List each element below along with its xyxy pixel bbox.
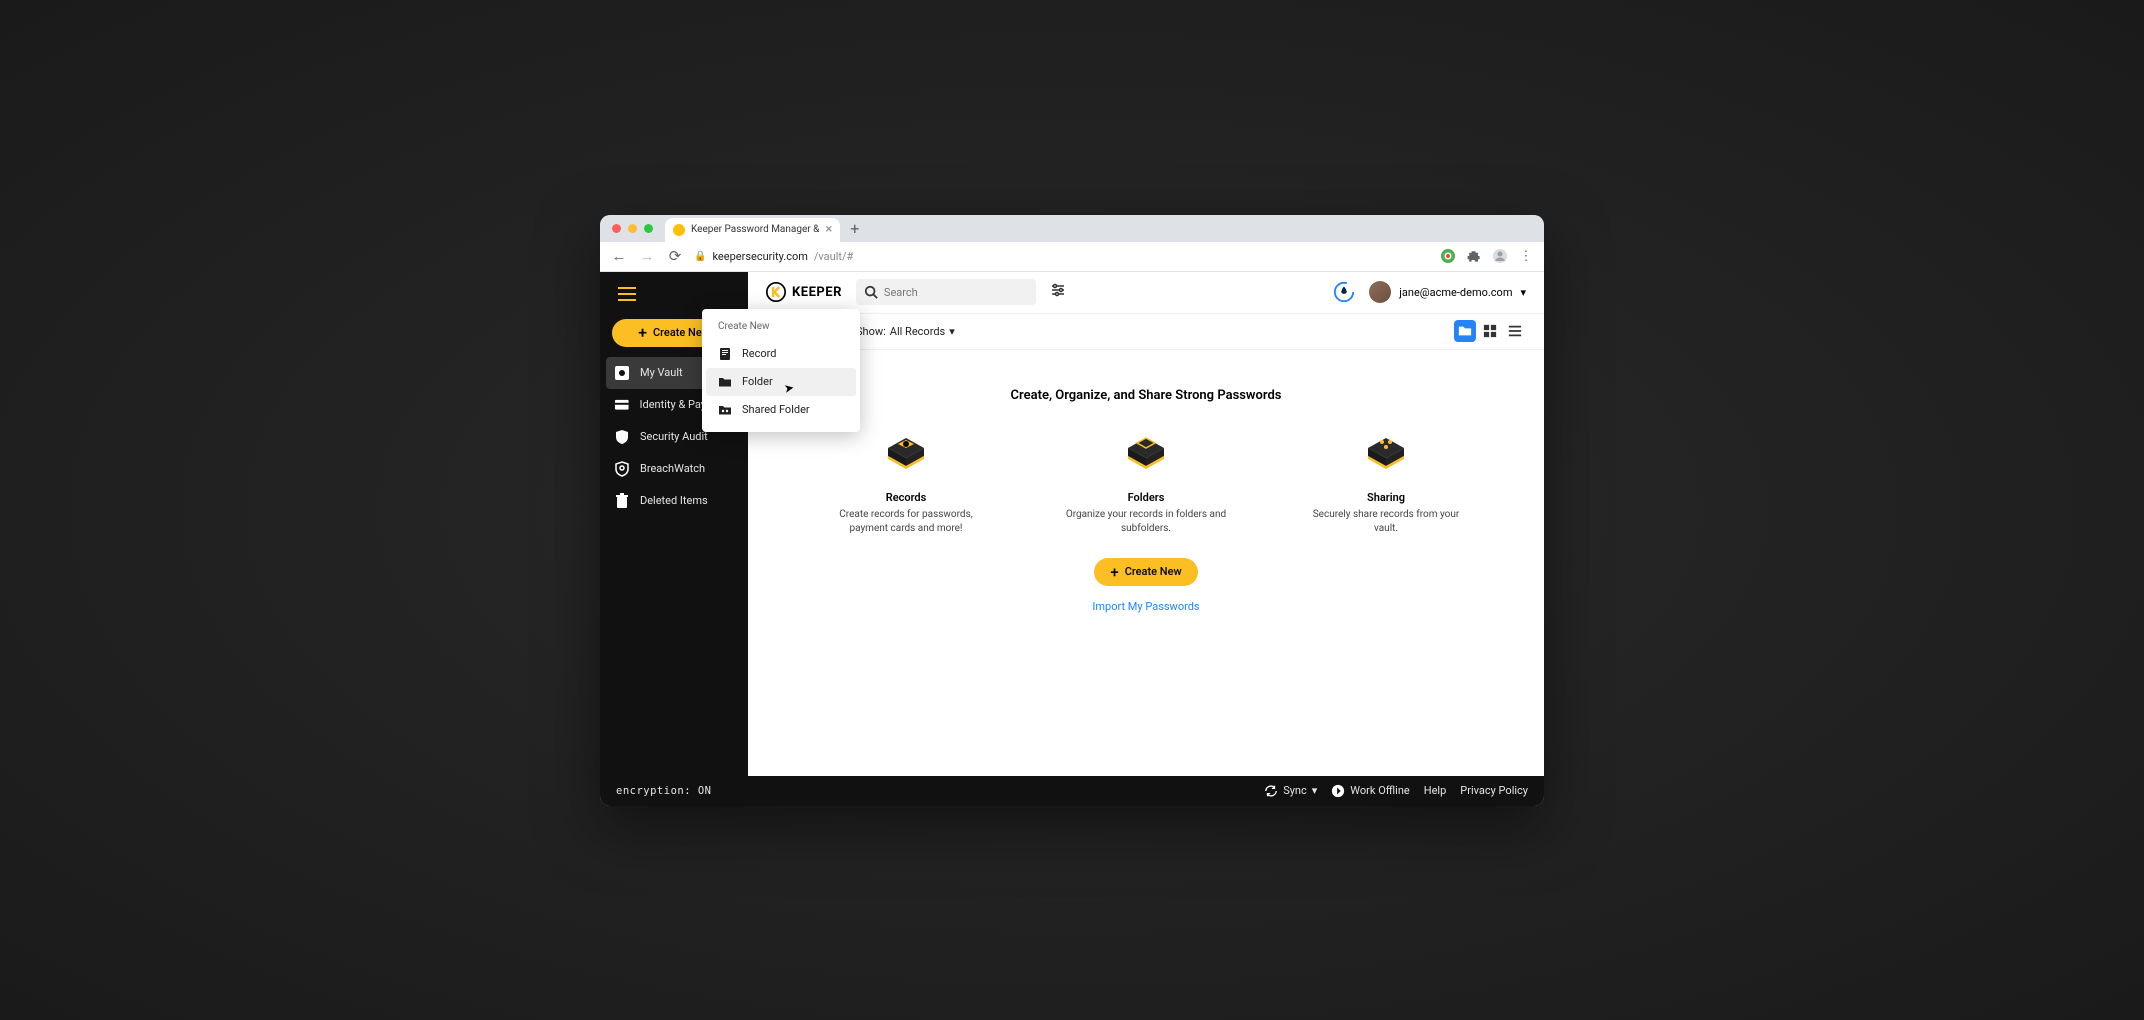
sync-icon (1264, 784, 1278, 798)
create-new-center-button[interactable]: + Create New (1094, 558, 1197, 586)
vault-icon (614, 365, 630, 381)
sidebar-item-deleted[interactable]: Deleted Items (600, 485, 748, 517)
profile-icon[interactable] (1492, 248, 1508, 264)
show-label: Show: (856, 325, 886, 338)
user-email: jane@acme-demo.com (1399, 286, 1512, 299)
show-filter[interactable]: Show: All Records ▾ (856, 325, 955, 338)
help-link[interactable]: Help (1424, 784, 1447, 797)
search-box[interactable] (856, 279, 1036, 305)
record-icon (718, 347, 732, 361)
lock-icon: 🔒 (694, 251, 706, 262)
app-header: KEEPER jane@acme-demo.com ▾ (748, 272, 1544, 314)
avatar-icon (1369, 281, 1391, 303)
brand-name: KEEPER (792, 285, 842, 300)
main-content: KEEPER jane@acme-demo.com ▾ Show: (748, 272, 1544, 776)
card-records: Records Create records for passwords, pa… (821, 427, 991, 536)
reload-button[interactable]: ⟳ (666, 247, 684, 265)
browser-window: Keeper Password Manager & × + ← → ⟳ 🔒 ke… (600, 215, 1544, 806)
sidebar-item-label: My Vault (640, 366, 683, 379)
url-path: /vault/# (814, 250, 853, 263)
view-folder-button[interactable] (1454, 320, 1476, 342)
empty-title: Create, Organize, and Share Strong Passw… (1011, 388, 1282, 403)
chevron-down-icon: ▾ (1312, 784, 1318, 797)
search-input[interactable] (884, 286, 1028, 299)
dropdown-item-folder[interactable]: Folder (706, 368, 856, 396)
trash-icon (614, 493, 630, 509)
maximize-window-icon[interactable] (644, 224, 653, 233)
card-folders: Folders Organize your records in folders… (1061, 427, 1231, 536)
sync-button[interactable]: Sync ▾ (1264, 784, 1317, 798)
sharing-icon (1351, 427, 1421, 477)
sidebar-item-label: BreachWatch (640, 462, 705, 475)
search-icon (864, 285, 878, 299)
view-list-button[interactable] (1504, 320, 1526, 342)
breachwatch-icon (614, 461, 630, 477)
extension-icons: ⋮ (1440, 248, 1534, 264)
content-filter-bar: Show: All Records ▾ (748, 314, 1544, 350)
card-desc: Organize your records in folders and sub… (1061, 508, 1231, 536)
card-sharing: Sharing Securely share records from your… (1301, 427, 1471, 536)
dropdown-item-label: Shared Folder (742, 403, 810, 416)
chevron-down-icon: ▾ (1520, 286, 1526, 299)
show-value: All Records (890, 325, 945, 338)
card-title: Sharing (1367, 491, 1405, 504)
window-controls (600, 215, 1544, 242)
dropdown-item-record[interactable]: Record (706, 340, 856, 368)
view-toggle (1454, 320, 1526, 342)
folder-icon (718, 375, 732, 389)
work-offline-label: Work Offline (1350, 784, 1409, 797)
back-button[interactable]: ← (610, 247, 628, 265)
folders-icon (1111, 427, 1181, 477)
empty-state: Create, Organize, and Share Strong Passw… (748, 350, 1544, 776)
view-grid-button[interactable] (1479, 320, 1501, 342)
dropdown-item-shared-folder[interactable]: Shared Folder (706, 396, 856, 424)
filter-icon[interactable] (1050, 282, 1066, 302)
chevron-down-icon: ▾ (949, 325, 955, 338)
hamburger-icon[interactable] (618, 286, 748, 305)
address-field[interactable]: 🔒 keepersecurity.com/vault/# (694, 250, 1430, 263)
footer: encryption: ON Sync ▾ Work Offline Help … (600, 776, 1544, 806)
sidebar-item-breachwatch[interactable]: BreachWatch (600, 453, 748, 485)
dropdown-title: Create New (706, 317, 856, 340)
card-desc: Create records for passwords, payment ca… (821, 508, 991, 536)
card-title: Folders (1128, 491, 1165, 504)
create-new-dropdown: Create New Record Folder Shared Folder ➤ (702, 309, 860, 432)
shield-icon (614, 429, 630, 445)
browser-menu-icon[interactable]: ⋮ (1518, 248, 1534, 264)
sidebar-item-label: Deleted Items (640, 494, 708, 507)
extension-icon[interactable] (1440, 248, 1456, 264)
quick-start-icon[interactable] (1333, 281, 1355, 303)
records-icon (871, 427, 941, 477)
dropdown-item-label: Folder (742, 375, 773, 388)
work-offline-button[interactable]: Work Offline (1331, 784, 1409, 798)
create-new-label: Create New (1125, 565, 1182, 578)
close-window-icon[interactable] (612, 224, 621, 233)
url-host: keepersecurity.com (712, 250, 807, 263)
account-menu[interactable]: jane@acme-demo.com ▾ (1369, 281, 1526, 303)
import-passwords-link[interactable]: Import My Passwords (1092, 600, 1199, 613)
privacy-link[interactable]: Privacy Policy (1460, 784, 1528, 797)
feature-cards: Records Create records for passwords, pa… (821, 427, 1471, 536)
logo-icon (766, 282, 786, 302)
shared-folder-icon (718, 403, 732, 417)
offline-icon (1331, 784, 1345, 798)
dropdown-item-label: Record (742, 347, 776, 360)
card-desc: Securely share records from your vault. (1301, 508, 1471, 536)
url-bar: ← → ⟳ 🔒 keepersecurity.com/vault/# ⋮ (600, 242, 1544, 272)
card-title: Records (886, 491, 927, 504)
brand-logo: KEEPER (766, 282, 842, 302)
minimize-window-icon[interactable] (628, 224, 637, 233)
card-icon (614, 397, 630, 413)
plus-icon: + (1110, 563, 1118, 581)
encryption-status: encryption: ON (616, 785, 712, 797)
forward-button[interactable]: → (638, 247, 656, 265)
sidebar-item-label: Security Audit (640, 430, 708, 443)
sync-label: Sync (1283, 784, 1307, 797)
extensions-menu-icon[interactable] (1466, 248, 1482, 264)
